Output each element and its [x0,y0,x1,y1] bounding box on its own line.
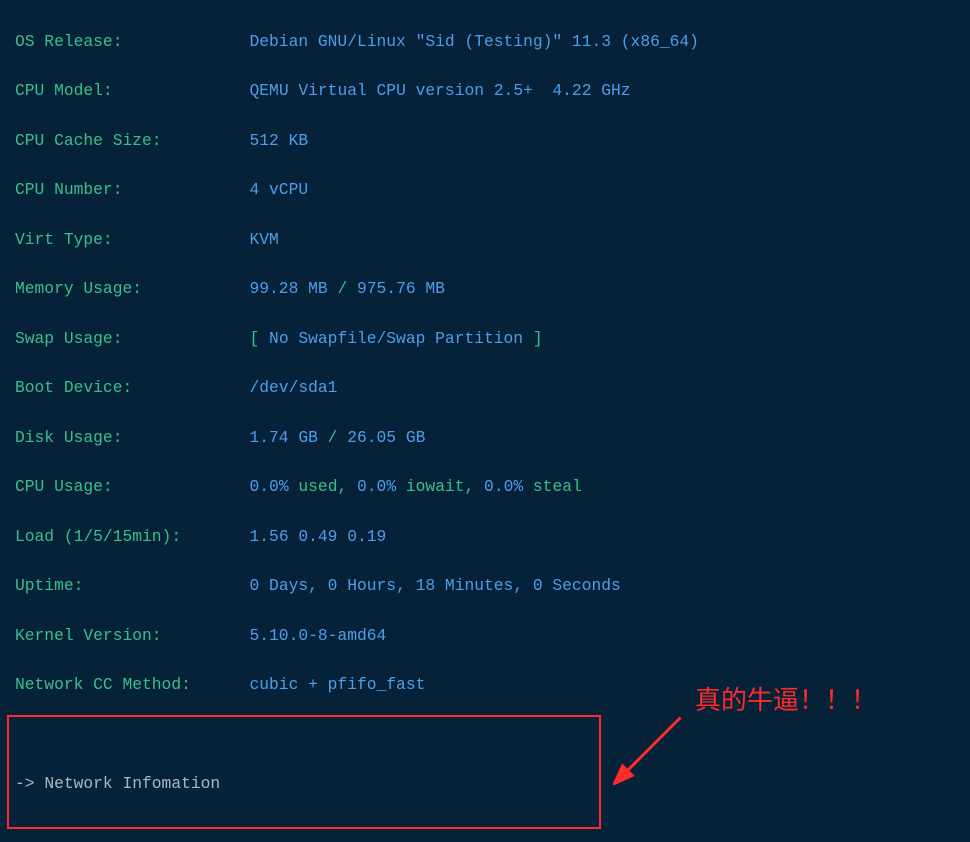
cpu-iowait: 0.0% [357,477,396,496]
cpu-used-label: used, [289,477,357,496]
value-boot: /dev/sda1 [250,378,338,397]
label-boot: Boot Device: [15,378,132,397]
pad [122,32,249,51]
label-disk: Disk Usage: [15,428,122,447]
swap-rb: ] [523,329,543,348]
value-netcc: cubic + pfifo_fast [250,675,426,694]
value-cpu-model: QEMU Virtual CPU version 2.5+ 4.22 GHz [250,81,631,100]
value-virt: KVM [250,230,279,249]
cpu-used: 0.0% [250,477,289,496]
value-disk-used: 1.74 GB [250,428,318,447]
label-kernel: Kernel Version: [15,626,162,645]
value-cpu-number: 4 vCPU [250,180,309,199]
cpu-iowait-label: iowait, [396,477,484,496]
section-arrow: -> [15,774,44,793]
label-cpu-cache: CPU Cache Size: [15,131,162,150]
label-virt: Virt Type: [15,230,113,249]
label-cpu-model: CPU Model: [15,81,113,100]
memory-slash: / [328,279,357,298]
value-disk-total: 26.05 GB [347,428,425,447]
value-cpu-cache: 512 KB [250,131,309,150]
label-os: OS Release: [15,32,122,51]
label-cpu-number: CPU Number: [15,180,122,199]
value-uptime: 0 Days, 0 Hours, 18 Minutes, 0 Seconds [250,576,621,595]
value-kernel: 5.10.0-8-amd64 [250,626,387,645]
section-network: Network Infomation [44,774,220,793]
value-memory-used: 99.28 MB [250,279,328,298]
label-cpu-usage: CPU Usage: [15,477,113,496]
terminal-output: OS Release: Debian GNU/Linux "Sid (Testi… [0,0,970,842]
label-memory: Memory Usage: [15,279,142,298]
disk-slash: / [318,428,347,447]
label-swap: Swap Usage: [15,329,122,348]
value-load: 1.56 0.49 0.19 [250,527,387,546]
label-netcc: Network CC Method: [15,675,191,694]
value-swap: No Swapfile/Swap Partition [269,329,523,348]
cpu-steal: 0.0% [484,477,523,496]
value-os: Debian GNU/Linux "Sid (Testing)" 11.3 (x… [250,32,699,51]
cpu-steal-label: steal [523,477,582,496]
label-load: Load (1/5/15min): [15,527,181,546]
value-memory-total: 975.76 MB [357,279,445,298]
label-uptime: Uptime: [15,576,83,595]
swap-lb: [ [250,329,270,348]
